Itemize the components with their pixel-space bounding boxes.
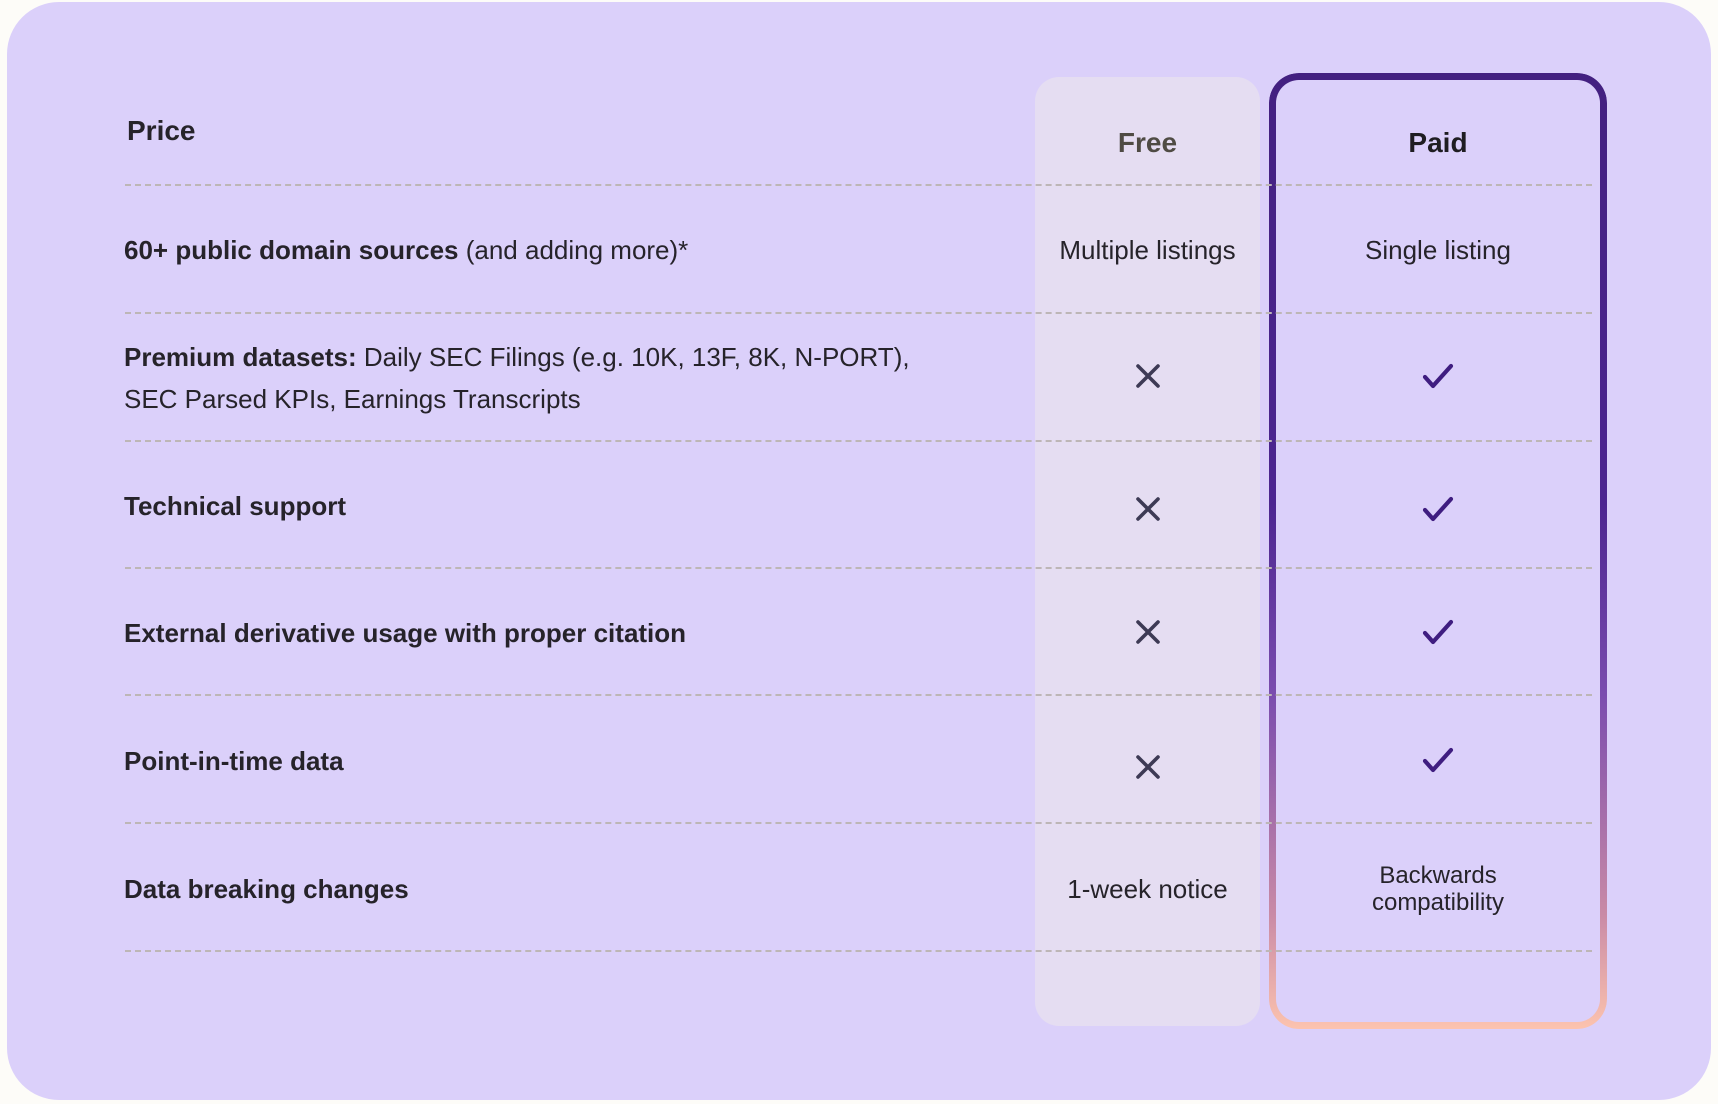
cross-icon (1035, 356, 1260, 396)
feature-name: Premium datasets: (124, 342, 357, 372)
paid-value: Backwards compatibility (1276, 858, 1600, 920)
row-divider (125, 567, 1592, 569)
check-icon (1276, 489, 1600, 529)
paid-value-line2: compatibility (1371, 889, 1505, 916)
check-icon (1276, 740, 1600, 780)
free-plan-header: Free (1117, 127, 1178, 158)
cross-icon (1035, 489, 1260, 529)
cross-icon (1035, 612, 1260, 652)
price-header: Price (127, 115, 196, 146)
check-icon (1276, 612, 1600, 652)
check-icon (1276, 356, 1600, 396)
paid-plan-header: Paid (1408, 127, 1468, 158)
row-divider (125, 440, 1592, 442)
paid-value-line1: Backwards (1379, 862, 1497, 889)
free-value: 1-week notice (1067, 874, 1228, 904)
feature-note: (and adding more)* (458, 235, 689, 265)
feature-name: 60+ public domain sources (124, 235, 459, 265)
row-divider (125, 312, 1592, 314)
feature-description: Daily SEC Filings (e.g. 10K, 13F, 8K, N-… (356, 342, 910, 372)
feature-row-label: Technical support (124, 483, 1024, 529)
feature-description-line2: SEC Parsed KPIs, Earnings Transcripts (124, 384, 581, 414)
row-divider (125, 822, 1592, 824)
feature-name: Point-in-time data (124, 746, 344, 776)
paid-value: Single listing (1365, 235, 1511, 265)
feature-row-label: 60+ public domain sources (and adding mo… (124, 227, 1024, 273)
row-divider (125, 694, 1592, 696)
feature-name: External derivative usage with proper ci… (124, 618, 687, 648)
feature-name: Data breaking changes (124, 874, 409, 904)
feature-row-label: Premium datasets: Daily SEC Filings (e.g… (124, 333, 1024, 423)
row-divider (125, 950, 1592, 952)
feature-row-label: Point-in-time data (124, 738, 1024, 784)
feature-row-label: External derivative usage with proper ci… (124, 610, 1024, 656)
free-value: Multiple listings (1059, 235, 1236, 265)
feature-row-label: Data breaking changes (124, 866, 1024, 912)
feature-name: Technical support (124, 491, 346, 521)
row-divider (125, 184, 1592, 186)
cross-icon (1035, 747, 1260, 787)
